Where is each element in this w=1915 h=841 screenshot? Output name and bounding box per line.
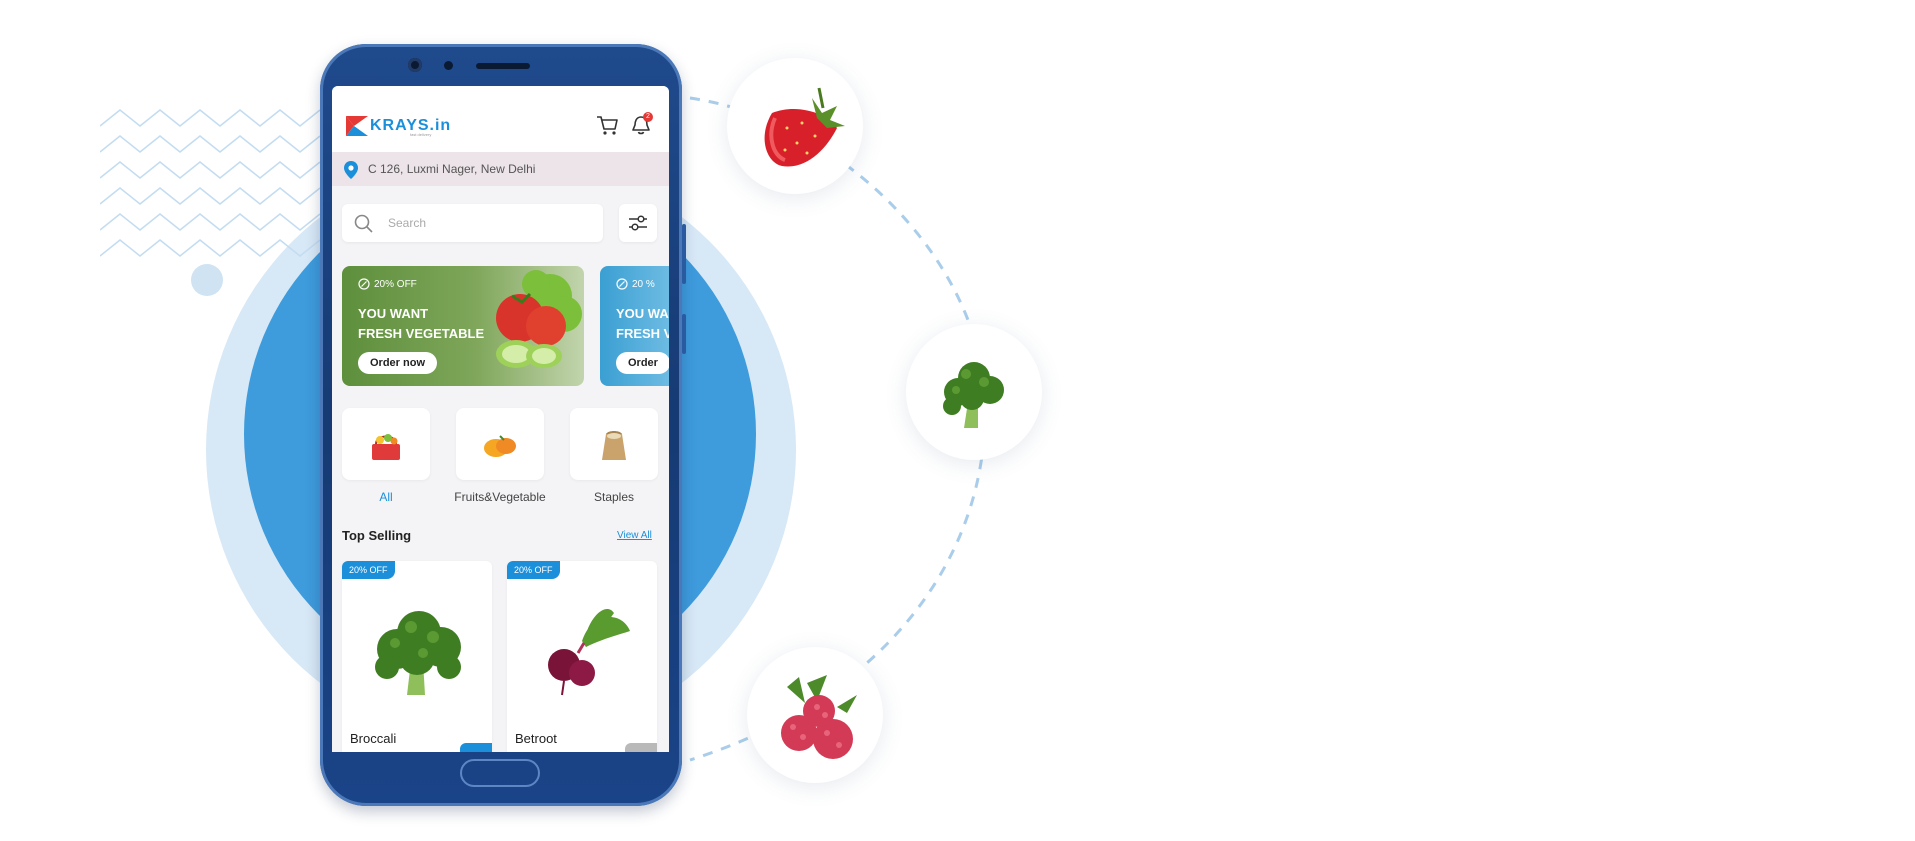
product-name: Broccali: [350, 731, 397, 746]
phone-side-button: [682, 224, 686, 284]
mango-icon: [484, 435, 516, 457]
home-button[interactable]: [460, 759, 540, 787]
product-card[interactable]: 20% OFF Betroot: [507, 561, 657, 752]
add-to-cart-button[interactable]: [625, 743, 657, 752]
grain-sack-icon: [602, 431, 626, 460]
earpiece-speaker: [476, 63, 530, 69]
banner-discount-text: 20% OFF: [374, 278, 417, 290]
category-label[interactable]: All: [332, 490, 441, 504]
order-now-button[interactable]: Order now: [358, 352, 438, 374]
banner-title-line: FRESH V: [616, 326, 669, 341]
raspberry-icon: [781, 675, 857, 759]
category-label[interactable]: Fruits&Vegetable: [445, 490, 555, 504]
front-camera: [408, 58, 422, 72]
app-screen: KRAYS.in fast delivery 2 C 126, Luxmi Na…: [332, 86, 669, 752]
discount-icon: [358, 278, 370, 290]
beetroot-image: [548, 608, 630, 696]
broccoli-icon: [943, 362, 1004, 428]
basket-icon: [372, 434, 400, 460]
banner-title: YOU WA FRESH V: [616, 304, 669, 344]
broccoli-image: [375, 611, 461, 695]
logo-tagline: fast delivery: [410, 132, 432, 137]
filter-button[interactable]: [619, 204, 657, 242]
banner-discount-badge: 20% OFF: [358, 278, 417, 290]
discount-badge: 20% OFF: [507, 561, 560, 579]
product-name: Betroot: [515, 731, 557, 746]
promo-banner[interactable]: 20 % YOU WA FRESH V Order: [600, 266, 669, 386]
search-icon: [354, 214, 373, 233]
add-to-cart-button[interactable]: [460, 743, 492, 752]
section-title: Top Selling: [342, 528, 412, 543]
location-pin-icon: [344, 161, 358, 179]
view-all-link[interactable]: View All: [617, 530, 652, 541]
category-card-all[interactable]: [342, 408, 430, 480]
category-card-staples[interactable]: [570, 408, 658, 480]
banner-title-line: FRESH VEGETABLE: [358, 326, 485, 341]
strawberry-icon: [764, 87, 845, 167]
vegetables-image: [496, 270, 582, 368]
banner-title-line: YOU WANT: [358, 306, 429, 321]
phone-side-button: [682, 314, 686, 354]
broccoli-bubble: [906, 324, 1042, 460]
category-card-fruits-vegetable[interactable]: [456, 408, 544, 480]
app-logo[interactable]: KRAYS.in: [346, 114, 451, 138]
banner-title-line: YOU WA: [616, 306, 669, 321]
banner-discount-badge: 20 %: [616, 278, 655, 290]
promo-banner[interactable]: 20% OFF YOU WANT FRESH VEGETABLE Order n…: [342, 266, 584, 386]
sensor: [444, 61, 453, 70]
cart-icon[interactable]: [596, 114, 618, 136]
strawberry-bubble: [727, 58, 863, 194]
delivery-address-bar[interactable]: C 126, Luxmi Nager, New Delhi: [332, 152, 669, 186]
order-now-button[interactable]: Order: [616, 352, 669, 374]
krays-logo-mark-icon: [346, 116, 368, 136]
banner-title: YOU WANT FRESH VEGETABLE: [358, 304, 484, 344]
raspberry-bubble: [747, 647, 883, 783]
banner-discount-text: 20 %: [632, 278, 655, 290]
discount-icon: [616, 278, 628, 290]
discount-badge: 20% OFF: [342, 561, 395, 579]
phone-mockup: KRAYS.in fast delivery 2 C 126, Luxmi Na…: [320, 44, 686, 806]
notification-badge: 2: [643, 112, 653, 122]
category-label[interactable]: Staples: [559, 490, 669, 504]
product-card[interactable]: 20% OFF Broccali: [342, 561, 492, 752]
search-placeholder: Search: [388, 216, 427, 230]
app-header: KRAYS.in fast delivery 2: [332, 86, 669, 152]
search-input[interactable]: Search: [342, 204, 603, 242]
filter-sliders-icon: [629, 215, 647, 231]
address-text: C 126, Luxmi Nager, New Delhi: [368, 162, 536, 176]
